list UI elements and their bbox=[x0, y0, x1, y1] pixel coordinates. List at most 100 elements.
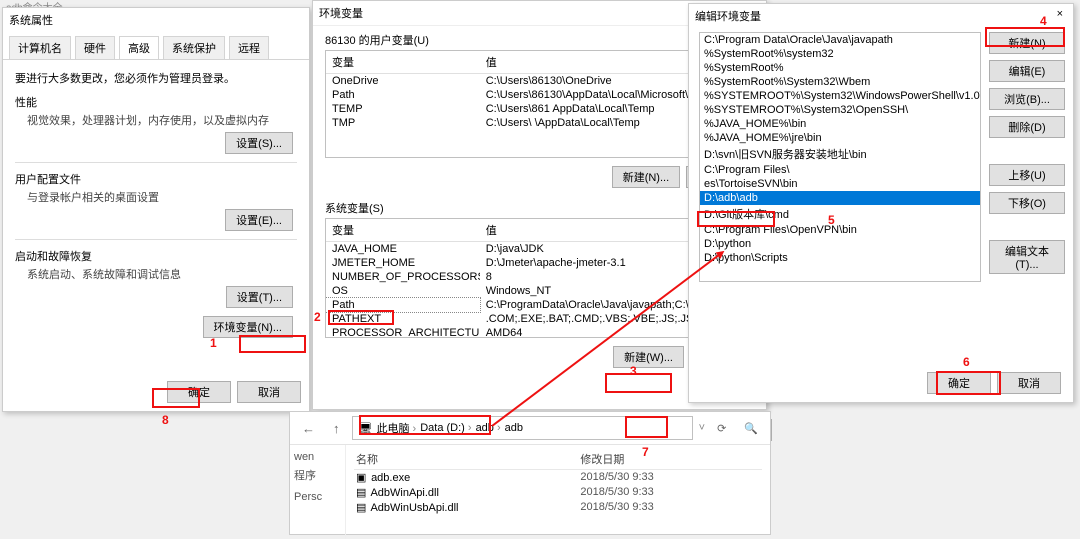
var-name: Path bbox=[326, 298, 480, 312]
breadcrumb-seg[interactable]: Data (D:) bbox=[420, 422, 471, 434]
edit-path-button[interactable]: 编辑(E) bbox=[989, 60, 1065, 82]
tab-protection[interactable]: 系统保护 bbox=[163, 36, 225, 59]
tab-advanced[interactable]: 高级 bbox=[119, 36, 159, 59]
var-name: TMP bbox=[326, 116, 480, 130]
user-sub: 与登录帐户相关的桌面设置 bbox=[27, 189, 297, 205]
file-date: 2018/5/30 9:33 bbox=[578, 500, 762, 515]
explorer-sidebar: wen 程序 Persc bbox=[290, 445, 346, 539]
path-item[interactable]: D:\python\Scripts bbox=[700, 251, 980, 265]
new-user-var-button[interactable]: 新建(N)... bbox=[612, 166, 680, 188]
edit-text-button[interactable]: 编辑文本(T)... bbox=[989, 240, 1065, 274]
file-name: AdbWinUsbApi.dll bbox=[370, 502, 458, 514]
exe-icon: ▣ bbox=[356, 471, 368, 484]
move-up-button[interactable]: 上移(U) bbox=[989, 164, 1065, 186]
cancel-button[interactable]: 取消 bbox=[997, 372, 1061, 394]
path-item[interactable]: C:\Program Data\Oracle\Java\javapath bbox=[700, 33, 980, 47]
path-item[interactable]: %SYSTEMROOT%\System32\OpenSSH\ bbox=[700, 103, 980, 117]
nav-up-icon[interactable]: ↑ bbox=[327, 419, 346, 438]
column-var: 变量 bbox=[326, 51, 480, 73]
startup-title: 启动和故障恢复 bbox=[15, 248, 297, 264]
column-date[interactable]: 修改日期 bbox=[578, 449, 762, 469]
tab-computer-name[interactable]: 计算机名 bbox=[9, 36, 71, 59]
nav-back-icon[interactable]: ← bbox=[296, 419, 321, 438]
perf-settings-button[interactable]: 设置(S)... bbox=[225, 132, 293, 154]
var-name: OneDrive bbox=[326, 74, 480, 88]
path-item[interactable]: D:\Git版本库\cmd bbox=[700, 205, 980, 223]
file-list: 名称 修改日期 ▣ adb.exe 2018/5/30 9:33 ▤ AdbWin… bbox=[346, 445, 770, 539]
dll-icon: ▤ bbox=[356, 486, 368, 499]
file-date: 2018/5/30 9:33 bbox=[578, 485, 762, 500]
var-name: JAVA_HOME bbox=[326, 242, 480, 256]
env-vars-button[interactable]: 环境变量(N)... bbox=[203, 316, 293, 338]
tab-hardware[interactable]: 硬件 bbox=[75, 36, 115, 59]
divider bbox=[15, 239, 297, 240]
var-name: TEMP bbox=[326, 102, 480, 116]
file-explorer: ← ↑ 🖥 此电脑 Data (D:) adb adb ˅ ⟳ 🔍 wen 程序… bbox=[289, 411, 771, 535]
ok-button[interactable]: 确定 bbox=[167, 381, 231, 403]
address-bar[interactable]: 🖥 此电脑 Data (D:) adb adb bbox=[352, 416, 693, 440]
divider bbox=[15, 162, 297, 163]
breadcrumb-seg[interactable]: adb bbox=[476, 422, 501, 434]
breadcrumb-seg[interactable]: 此电脑 bbox=[376, 420, 416, 436]
system-properties-dialog: 系统属性 计算机名 硬件 高级 系统保护 远程 要进行大多数更改，您必须作为管理… bbox=[2, 7, 310, 412]
path-item[interactable]: %JAVA_HOME%\bin bbox=[700, 117, 980, 131]
browse-path-button[interactable]: 浏览(B)... bbox=[989, 88, 1065, 110]
tab-remote[interactable]: 远程 bbox=[229, 36, 269, 59]
path-item[interactable]: %SystemRoot% bbox=[700, 61, 980, 75]
file-name: adb.exe bbox=[371, 472, 410, 484]
file-date: 2018/5/30 9:33 bbox=[578, 470, 762, 485]
startup-settings-button[interactable]: 设置(T)... bbox=[226, 286, 293, 308]
var-name: PROCESSOR_ARCHITECTURE bbox=[326, 326, 480, 338]
path-item[interactable]: C:\Program Files\ bbox=[700, 163, 980, 177]
path-item[interactable]: %SystemRoot%\system32 bbox=[700, 47, 980, 61]
perf-title: 性能 bbox=[15, 94, 297, 110]
var-name: JMETER_HOME bbox=[326, 256, 480, 270]
tabs: 计算机名 硬件 高级 系统保护 远程 bbox=[3, 32, 309, 60]
file-name: AdbWinApi.dll bbox=[370, 487, 438, 499]
file-row[interactable]: ▤ AdbWinApi.dll 2018/5/30 9:33 bbox=[354, 485, 762, 500]
chevron-down-icon[interactable]: ˅ bbox=[699, 422, 705, 434]
path-item[interactable]: %SYSTEMROOT%\System32\WindowsPowerShell\… bbox=[700, 89, 980, 103]
delete-path-button[interactable]: 删除(D) bbox=[989, 116, 1065, 138]
path-list[interactable]: C:\Program Data\Oracle\Java\javapath %Sy… bbox=[699, 32, 981, 282]
user-settings-button[interactable]: 设置(E)... bbox=[225, 209, 293, 231]
cancel-button[interactable]: 取消 bbox=[237, 381, 301, 403]
admin-notice: 要进行大多数更改，您必须作为管理员登录。 bbox=[15, 70, 297, 86]
sidebar-item[interactable]: wen bbox=[294, 449, 341, 465]
path-item-selected[interactable]: D:\adb\adb bbox=[700, 191, 980, 205]
dll-icon: ▤ bbox=[356, 501, 368, 514]
move-down-button[interactable]: 下移(O) bbox=[989, 192, 1065, 214]
file-row[interactable]: ▤ AdbWinUsbApi.dll 2018/5/30 9:33 bbox=[354, 500, 762, 515]
annotation-8: 8 bbox=[162, 413, 169, 427]
var-name: NUMBER_OF_PROCESSORS bbox=[326, 270, 480, 284]
refresh-icon[interactable]: ⟳ bbox=[711, 420, 732, 437]
path-item[interactable]: %JAVA_HOME%\jre\bin bbox=[700, 131, 980, 145]
sidebar-item[interactable]: Persc bbox=[294, 489, 341, 505]
new-path-button[interactable]: 新建(N) bbox=[989, 32, 1065, 54]
path-item[interactable]: %SystemRoot%\System32\Wbem bbox=[700, 75, 980, 89]
path-item[interactable]: D:\python bbox=[700, 237, 980, 251]
startup-sub: 系统启动、系统故障和调试信息 bbox=[27, 266, 297, 282]
breadcrumb-seg[interactable]: adb bbox=[505, 422, 523, 434]
edit-env-var-dialog: 编辑环境变量 × C:\Program Data\Oracle\Java\jav… bbox=[688, 3, 1074, 403]
close-icon[interactable]: × bbox=[1053, 8, 1067, 24]
dialog-title: 编辑环境变量 bbox=[695, 8, 761, 24]
pc-icon: 🖥 bbox=[359, 422, 373, 435]
dialog-title: 系统属性 bbox=[3, 8, 309, 32]
file-row[interactable]: ▣ adb.exe 2018/5/30 9:33 bbox=[354, 470, 762, 485]
var-name: PATHEXT bbox=[326, 312, 480, 326]
column-var: 变量 bbox=[326, 219, 480, 241]
path-item[interactable]: D:\svn\旧SVN服务器安装地址\bin bbox=[700, 145, 980, 163]
var-name: Path bbox=[326, 88, 480, 102]
ok-button[interactable]: 确定 bbox=[927, 372, 991, 394]
search-icon[interactable]: 🔍 bbox=[738, 420, 764, 437]
path-item[interactable]: es\TortoiseSVN\bin bbox=[700, 177, 980, 191]
sidebar-item[interactable]: 程序 bbox=[294, 465, 341, 485]
column-name[interactable]: 名称 bbox=[354, 449, 578, 469]
new-sys-var-button[interactable]: 新建(W)... bbox=[613, 346, 684, 368]
dialog-title: 环境变量 bbox=[319, 5, 363, 21]
var-name: OS bbox=[326, 284, 480, 298]
path-item[interactable]: C:\Program Files\OpenVPN\bin bbox=[700, 223, 980, 237]
user-title: 用户配置文件 bbox=[15, 171, 297, 187]
perf-sub: 视觉效果，处理器计划，内存使用，以及虚拟内存 bbox=[27, 112, 297, 128]
